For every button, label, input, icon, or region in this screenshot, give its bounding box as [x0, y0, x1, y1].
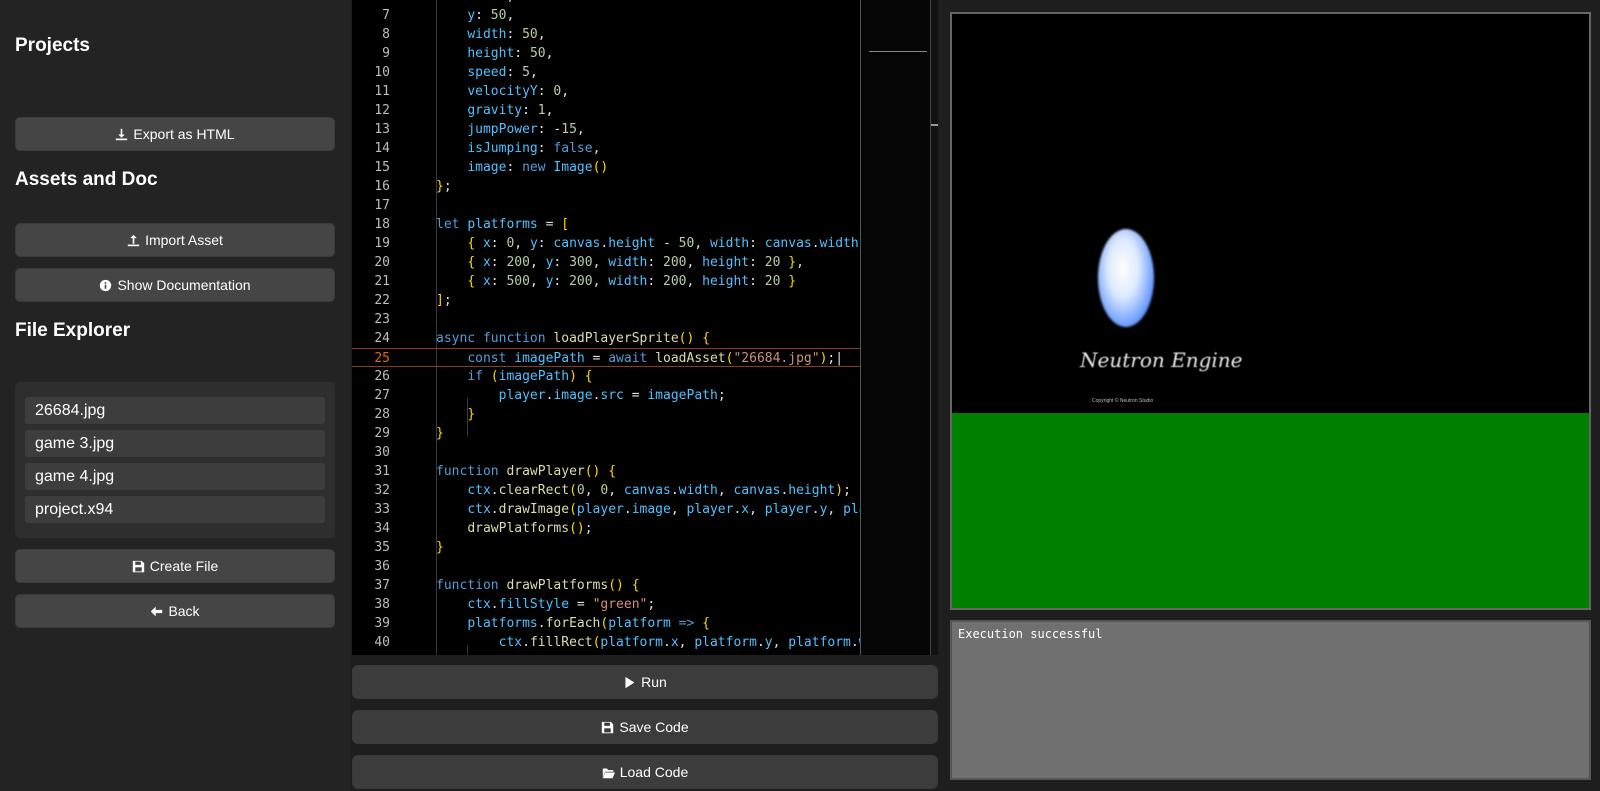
show-documentation-button[interactable]: Show Documentation	[15, 268, 335, 302]
show-documentation-label: Show Documentation	[117, 277, 251, 293]
code-line: 10 speed: 5,	[374, 65, 538, 80]
engine-copyright-text: Copyright © Neutron Studio	[1092, 398, 1154, 404]
code-line: 12 gravity: 1,	[374, 103, 554, 118]
load-code-button[interactable]: Load Code	[352, 755, 938, 789]
create-file-label: Create File	[149, 558, 219, 574]
code-line: 29}	[374, 426, 444, 441]
code-line: 22];	[374, 293, 452, 308]
code-line: 11 velocityY: 0,	[374, 84, 570, 99]
create-file-button[interactable]: Create File	[15, 549, 335, 583]
engine-logo-text: Neutron Engine	[1080, 348, 1243, 372]
code-line: 16};	[374, 179, 452, 194]
console-output: Execution successful	[950, 620, 1591, 780]
save-code-button[interactable]: Save Code	[352, 710, 938, 744]
run-label: Run	[641, 674, 667, 690]
code-line: 21 { x: 500, y: 200, width: 200, height:…	[374, 274, 797, 289]
code-line: 13 jumpPower: -15,	[374, 122, 585, 137]
code-line: 30	[374, 445, 390, 460]
back-button[interactable]: Back	[15, 594, 335, 628]
code-line: 32 ctx.clearRect(0, 0, canvas.width, can…	[374, 483, 851, 498]
file-item[interactable]: game 4.jpg	[25, 463, 325, 490]
file-item[interactable]: game 3.jpg	[25, 430, 325, 457]
code-line: 27 player.image.src = imagePath;	[374, 388, 726, 403]
editor-scrollbar[interactable]	[930, 0, 938, 655]
save-icon	[132, 560, 144, 572]
code-line: 28 }	[374, 407, 476, 422]
code-line: 14 isJumping: false,	[374, 141, 601, 156]
player-sprite-orb	[1098, 229, 1154, 327]
code-line: 19 { x: 0, y: canvas.height - 50, width:…	[374, 236, 866, 251]
code-line: 9 height: 50,	[382, 46, 554, 61]
code-line-current: 25 const imagePath = await loadAsset("26…	[352, 348, 860, 367]
download-icon	[116, 128, 128, 140]
code-editor[interactable]: 6 x: 50, 7 y: 50, 8 width: 50, 9 height:…	[352, 0, 938, 655]
code-line: 17	[374, 198, 390, 213]
save-code-label: Save Code	[619, 719, 689, 735]
file-item[interactable]: project.x94	[25, 496, 325, 523]
code-lines: 6 x: 50, 7 y: 50, 8 width: 50, 9 height:…	[352, 0, 867, 652]
export-html-button[interactable]: Export as HTML	[15, 117, 335, 151]
code-line: 38 ctx.fillStyle = "green";	[374, 597, 656, 612]
upload-icon	[127, 234, 140, 246]
assets-title: Assets and Doc	[15, 169, 158, 190]
code-line: 36	[374, 559, 390, 574]
code-line: 15 image: new Image()	[374, 160, 609, 175]
import-asset-button[interactable]: Import Asset	[15, 223, 335, 257]
code-line: 31 function drawPlayer() {	[374, 464, 617, 479]
code-line: 34 drawPlatforms();	[374, 521, 593, 536]
ground-platform	[952, 413, 1589, 608]
projects-title: Projects	[15, 35, 90, 56]
code-line: 23	[374, 312, 390, 327]
sidebar: Projects Export as HTML Assets and Doc I…	[0, 0, 350, 791]
code-line: 18 let platforms = [	[374, 217, 570, 232]
game-preview-canvas[interactable]: Neutron Engine Copyright © Neutron Studi…	[950, 12, 1591, 610]
code-line: 39 platforms.forEach(platform => {	[374, 616, 710, 631]
run-button[interactable]: Run	[352, 665, 938, 699]
import-asset-label: Import Asset	[145, 232, 223, 248]
editor-panel: 6 x: 50, 7 y: 50, 8 width: 50, 9 height:…	[352, 0, 938, 791]
minimap-viewport	[869, 51, 927, 52]
folder-open-icon	[602, 767, 615, 778]
scrollbar-thumb[interactable]	[931, 124, 938, 126]
code-line: 37 function drawPlatforms() {	[374, 578, 640, 593]
code-line: 7 y: 50,	[382, 8, 515, 23]
file-explorer-list: 26684.jpg game 3.jpg game 4.jpg project.…	[15, 382, 335, 538]
code-line: 8 width: 50,	[382, 27, 546, 42]
save-icon	[602, 721, 614, 733]
arrow-left-icon	[151, 606, 163, 616]
back-label: Back	[168, 603, 200, 619]
code-line: 26 if (imagePath) {	[374, 369, 593, 384]
info-circle-icon	[100, 279, 112, 291]
code-line: 24 async function loadPlayerSprite() {	[374, 331, 710, 346]
minimap[interactable]	[860, 0, 930, 655]
code-line: 20 { x: 200, y: 300, width: 200, height:…	[374, 255, 804, 270]
play-icon	[625, 676, 635, 688]
code-line: 40 ctx.fillRect(platform.x, platform.y, …	[374, 635, 866, 650]
export-html-label: Export as HTML	[133, 126, 235, 142]
file-item[interactable]: 26684.jpg	[25, 397, 325, 424]
load-code-label: Load Code	[619, 764, 689, 780]
code-line: 33 ctx.drawImage(player.image, player.x,…	[374, 502, 867, 517]
file-explorer-title: File Explorer	[15, 320, 131, 341]
code-line: 35}	[374, 540, 444, 555]
